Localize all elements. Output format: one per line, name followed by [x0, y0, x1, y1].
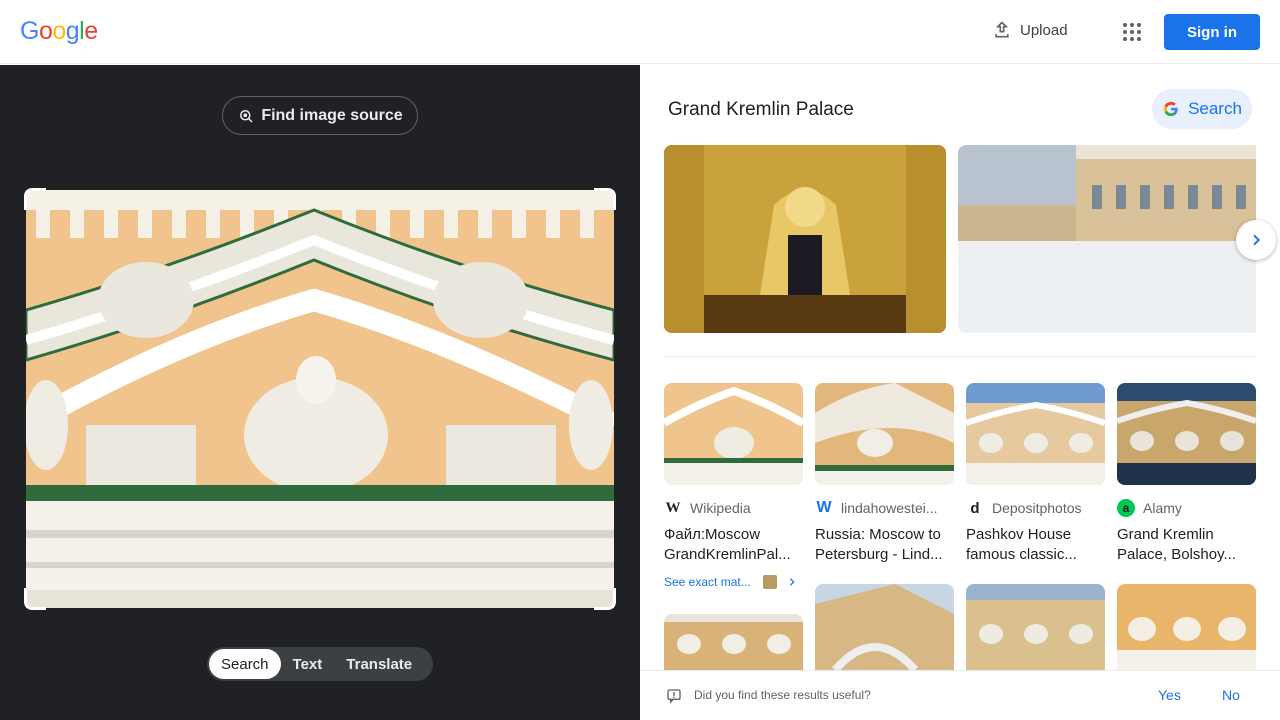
entity-search-label: Search [1188, 99, 1242, 118]
top-bar: Google Upload Sign in [0, 0, 1280, 64]
result-thumbnail[interactable] [1117, 584, 1256, 670]
result-source-label: Alamy [1143, 500, 1182, 516]
result-source-label: Depositphotos [992, 500, 1082, 516]
result-thumbnail[interactable] [966, 383, 1105, 485]
hero-image-exterior[interactable] [958, 145, 1256, 333]
crop-handle-top-left[interactable] [24, 188, 46, 210]
google-g-icon [1163, 101, 1178, 117]
feedback-question: Did you find these results useful? [694, 688, 871, 702]
result-thumbnail[interactable] [664, 614, 803, 670]
sign-in-button[interactable]: Sign in [1164, 14, 1260, 50]
feedback-no-button[interactable]: No [1222, 687, 1240, 703]
upload-label: Upload [1020, 21, 1068, 39]
snowy-palace-image [958, 145, 1256, 333]
feedback-yes-button[interactable]: Yes [1158, 687, 1181, 703]
mode-text-tab[interactable]: Text [281, 649, 335, 679]
hero-image-interior[interactable] [664, 145, 946, 333]
mode-search-tab[interactable]: Search [209, 649, 281, 679]
result-thumbnail[interactable] [815, 584, 954, 670]
result-source[interactable]: W lindahowestei... [815, 499, 954, 517]
carousel-next-button[interactable] [1236, 220, 1276, 260]
result-thumbnail[interactable] [966, 584, 1105, 670]
result-source[interactable]: a Alamy [1117, 499, 1256, 517]
result-title[interactable]: Grand Kremlin Palace, Bolshoy... [1117, 525, 1256, 565]
logo-letter: g [65, 17, 80, 45]
query-image-panel: Find image source Search Text Translate [0, 65, 640, 720]
query-image[interactable] [26, 190, 614, 608]
alamy-icon: a [1117, 499, 1135, 517]
result-card[interactable]: d Depositphotos Pashkov House famous cla… [966, 383, 1105, 565]
mode-translate-tab[interactable]: Translate [334, 649, 424, 679]
find-image-source-label: Find image source [261, 106, 403, 124]
facade-illustration [26, 190, 614, 608]
upload-button[interactable]: Upload [992, 20, 1068, 40]
interior-hall-image [664, 145, 946, 333]
result-title[interactable]: Pashkov House famous classic... [966, 525, 1105, 565]
feedback-bar: Did you find these results useful? Yes N… [640, 670, 1280, 720]
section-divider [664, 356, 1256, 357]
crop-handle-top-right[interactable] [594, 188, 616, 210]
logo-letter: G [20, 17, 39, 45]
result-thumbnail[interactable] [664, 383, 803, 485]
wix-site-icon: W [816, 499, 832, 516]
result-source[interactable]: W Wikipedia [664, 499, 803, 517]
see-exact-matches-label: See exact mat... [664, 575, 751, 589]
exact-match-thumbnail [762, 575, 777, 589]
result-thumbnail[interactable] [815, 383, 954, 485]
upload-icon [995, 21, 1009, 38]
depositphotos-icon: d [970, 499, 980, 517]
see-exact-matches-link[interactable]: See exact mat... [664, 575, 803, 589]
result-thumbnail[interactable] [1117, 383, 1256, 485]
logo-letter: o [38, 17, 53, 45]
mode-switcher: Search Text Translate [207, 647, 433, 681]
google-logo[interactable]: Google [20, 17, 98, 46]
result-title[interactable]: Russia: Moscow to Petersburg - Lind... [815, 525, 954, 565]
result-card[interactable]: a Alamy Grand Kremlin Palace, Bolshoy... [1117, 383, 1256, 565]
logo-letter: e [84, 17, 98, 45]
result-source-label: lindahowestei... [841, 500, 938, 516]
results-panel: Grand Kremlin Palace Search W Wikipedia … [640, 65, 1280, 720]
result-source-label: Wikipedia [690, 500, 751, 516]
entity-search-button[interactable]: Search [1152, 89, 1252, 129]
chevron-right-icon [1253, 234, 1261, 246]
image-search-icon [240, 109, 253, 123]
logo-letter: o [52, 17, 66, 45]
chevron-right-icon [789, 578, 795, 586]
result-source[interactable]: d Depositphotos [966, 499, 1105, 517]
result-card[interactable]: W Wikipedia Файл:Moscow GrandKremlinPal.… [664, 383, 803, 589]
find-image-source-button[interactable]: Find image source [222, 96, 418, 135]
crop-handle-bottom-right[interactable] [594, 588, 616, 610]
feedback-icon [667, 689, 681, 704]
wikipedia-icon: W [665, 499, 681, 516]
crop-handle-bottom-left[interactable] [24, 588, 46, 610]
result-card[interactable]: W lindahowestei... Russia: Moscow to Pet… [815, 383, 954, 565]
result-title[interactable]: Файл:Moscow GrandKremlinPal... [664, 525, 803, 565]
entity-title[interactable]: Grand Kremlin Palace [668, 99, 854, 121]
apps-grid-icon[interactable] [1120, 20, 1144, 44]
